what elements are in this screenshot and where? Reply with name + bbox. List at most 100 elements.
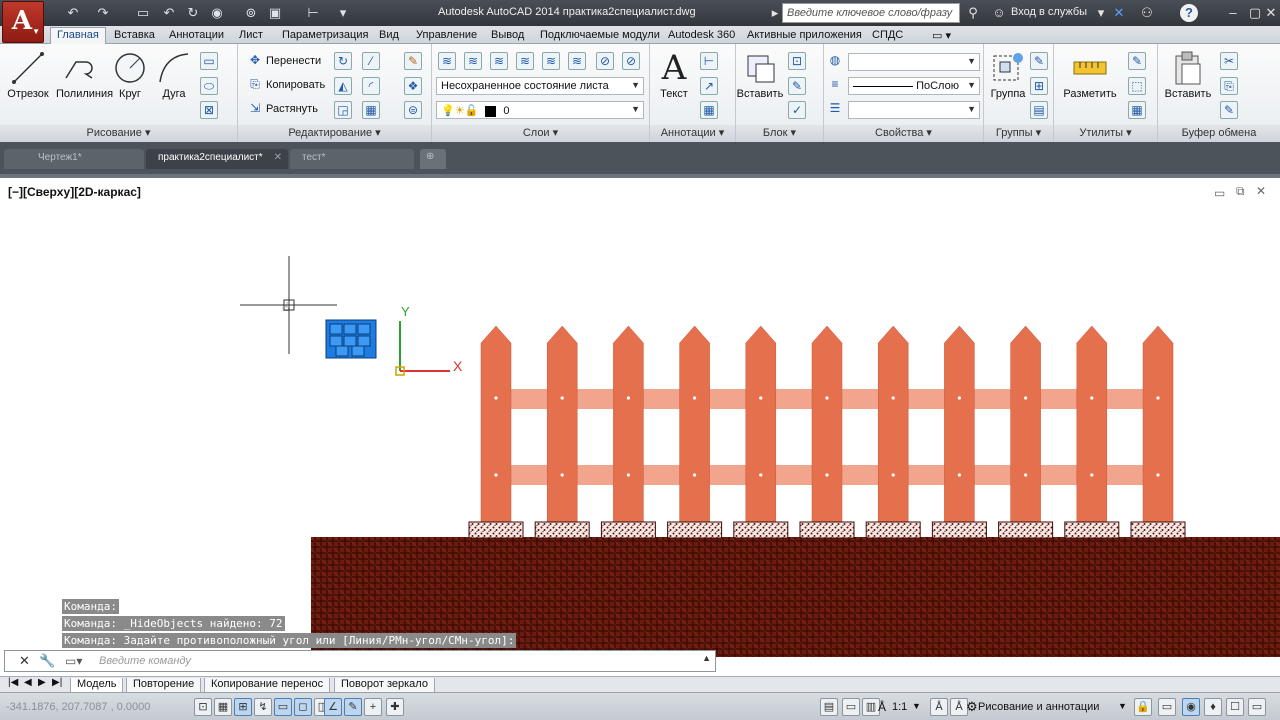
login-dropdown-icon[interactable]: ▾ — [1092, 4, 1110, 22]
group-tool[interactable]: Группа — [984, 50, 1032, 100]
leader-icon[interactable]: ↗ — [700, 77, 718, 95]
text-tool[interactable]: A Текст — [650, 50, 698, 100]
stretch-button[interactable]: Растянуть — [266, 99, 318, 119]
picket-footing[interactable] — [931, 521, 987, 539]
fullscreen-icon[interactable]: ▭ — [1248, 698, 1266, 716]
explode-icon[interactable]: ❖ — [404, 77, 422, 95]
mirror-icon[interactable]: ◭ — [334, 77, 352, 95]
layer-match-icon[interactable]: ≋ — [490, 52, 508, 70]
picket-footing[interactable] — [468, 521, 524, 539]
layer-isolate-icon[interactable]: ≋ — [464, 52, 482, 70]
tab-autodesk360[interactable]: Autodesk 360 — [662, 28, 741, 44]
layer-select[interactable]: 💡☀🔓 0 ▼ — [436, 101, 644, 119]
cut-icon[interactable]: ✂ — [1220, 52, 1238, 70]
panel-utilities-title[interactable]: Утилиты ▾ — [1054, 125, 1157, 142]
close-icon[interactable]: ✕ — [19, 653, 30, 669]
group-edit-icon[interactable]: ⊞ — [1030, 77, 1048, 95]
account-icon[interactable]: ⚇ — [1138, 4, 1156, 22]
user-icon[interactable]: ☺ — [990, 4, 1008, 22]
panel-block-title[interactable]: Блок ▾ — [736, 125, 823, 142]
redo-icon[interactable]: ↷ — [94, 4, 112, 22]
rotate-icon[interactable]: ↻ — [334, 52, 352, 70]
picket-footing[interactable] — [865, 521, 921, 539]
fence-picket[interactable] — [480, 325, 512, 523]
tab-output[interactable]: Вывод — [485, 28, 530, 44]
help-icon[interactable]: ? — [1180, 4, 1198, 22]
fence-picket[interactable] — [944, 325, 975, 523]
color-wheel-icon[interactable]: ◍ — [826, 52, 844, 70]
copy-button[interactable]: Копировать — [266, 75, 325, 95]
lineweight-select[interactable]: ПоСлою ▼ — [848, 77, 980, 95]
layer-freeze-icon[interactable]: ≋ — [568, 52, 586, 70]
rectangle-icon[interactable]: ▭ — [200, 52, 218, 70]
ducs-icon[interactable]: ✎ — [344, 698, 362, 716]
fence-picket[interactable] — [877, 325, 909, 523]
picket-footing[interactable] — [1064, 521, 1120, 539]
tab-insert[interactable]: Вставка — [108, 28, 161, 44]
picket-footing[interactable] — [998, 521, 1054, 539]
arc-tool[interactable]: Дуга — [150, 50, 198, 100]
workspace-switcher[interactable]: Рисование и аннотации — [978, 701, 1099, 713]
application-menu-button[interactable]: A ▼ — [2, 1, 44, 43]
fence-picket[interactable] — [1142, 325, 1174, 523]
region-icon[interactable]: ⊠ — [200, 101, 218, 119]
plot-icon[interactable]: ◉ — [208, 4, 226, 22]
search-input[interactable]: Введите ключевое слово/фразу — [782, 3, 960, 23]
login-label[interactable]: Вход в службы — [1011, 6, 1087, 18]
measure-tool[interactable]: Разметить — [1062, 50, 1118, 100]
osnap-icon[interactable]: ◻ — [294, 698, 312, 716]
customization-icon[interactable]: ☐ — [1226, 698, 1244, 716]
panel-modify-title[interactable]: Редактирование ▾ — [238, 125, 431, 142]
circle-tool[interactable]: Круг — [106, 50, 154, 100]
ortho-icon[interactable]: ↯ — [254, 698, 272, 716]
annotation-scale-icon[interactable]: Å — [878, 700, 886, 714]
next-layout-icon[interactable]: ▶ — [38, 677, 46, 688]
tab-home[interactable]: Главная — [50, 27, 106, 45]
lineweight-toggle-icon[interactable]: ✚ — [386, 698, 404, 716]
picket-footing[interactable] — [1130, 521, 1186, 539]
redo-history-icon[interactable]: ↻ — [184, 4, 202, 22]
prev-layout-icon[interactable]: ◀ — [24, 677, 32, 688]
maximize-icon[interactable]: ▢ — [1246, 4, 1264, 22]
last-layout-icon[interactable]: ▶| — [52, 677, 62, 688]
layer-off-icon[interactable]: ≋ — [542, 52, 560, 70]
open-icon[interactable]: ▭ — [134, 4, 152, 22]
fence-picket[interactable] — [1010, 325, 1041, 523]
exchange-icon[interactable]: ✕ — [1110, 4, 1128, 22]
panel-layers-title[interactable]: Слои ▾ — [432, 125, 649, 142]
linear-dimension-icon[interactable]: ⊢ — [700, 52, 718, 70]
snap-icon[interactable]: ▦ — [214, 698, 232, 716]
layout-tab-2[interactable]: Копирование перенос — [204, 678, 331, 693]
array-icon[interactable]: ▦ — [362, 101, 380, 119]
select-all-icon[interactable]: ⬚ — [1128, 77, 1146, 95]
layout-tab-1[interactable]: Повторение — [126, 678, 202, 693]
new-tab-icon[interactable]: ⊕ — [420, 149, 446, 169]
minimize-icon[interactable]: – — [1224, 4, 1242, 22]
layer-previous-icon[interactable]: ≋ — [516, 52, 534, 70]
quick-access-dropdown-icon[interactable]: ▾ — [334, 4, 352, 22]
fence-picket[interactable] — [679, 325, 710, 523]
panel-clipboard-title[interactable]: Буфер обмена — [1158, 125, 1280, 142]
fence-picket[interactable] — [745, 325, 777, 523]
panel-properties-title[interactable]: Свойства ▾ — [824, 125, 983, 142]
tab-annotate[interactable]: Аннотации — [163, 28, 230, 44]
fence-picket[interactable] — [811, 325, 843, 523]
command-input[interactable]: Введите команду — [99, 655, 191, 667]
offset-icon[interactable]: ⊜ — [404, 101, 422, 119]
attribute-icon[interactable]: ✓ — [788, 101, 806, 119]
fence-picket[interactable] — [1076, 325, 1108, 523]
first-layout-icon[interactable]: |◀ — [8, 677, 18, 688]
line-tool[interactable]: Отрезок — [4, 50, 52, 100]
doc-tab-practice[interactable]: практика2специалист* ✕ — [146, 149, 288, 169]
scale-icon[interactable]: ◲ — [334, 101, 352, 119]
clean-screen-icon[interactable]: ♦ — [1204, 698, 1222, 716]
grid-icon[interactable]: ⊞ — [234, 698, 252, 716]
copy-clip-icon[interactable]: ⎘ — [1220, 77, 1238, 95]
drawing-viewport[interactable]: [−][Сверху][2D-каркас] ▭ ⧉ ✕ ☝ Y X Коман… — [0, 178, 1280, 674]
lineweight-icon[interactable]: ≡ — [826, 76, 844, 94]
layer-icon[interactable]: ▣ — [266, 4, 284, 22]
close-tab-icon[interactable]: ✕ — [274, 152, 282, 163]
tab-manage[interactable]: Управление — [410, 28, 483, 44]
infer-constraints-icon[interactable]: ⊡ — [194, 698, 212, 716]
binoculars-icon[interactable]: ⚲ — [964, 4, 982, 22]
